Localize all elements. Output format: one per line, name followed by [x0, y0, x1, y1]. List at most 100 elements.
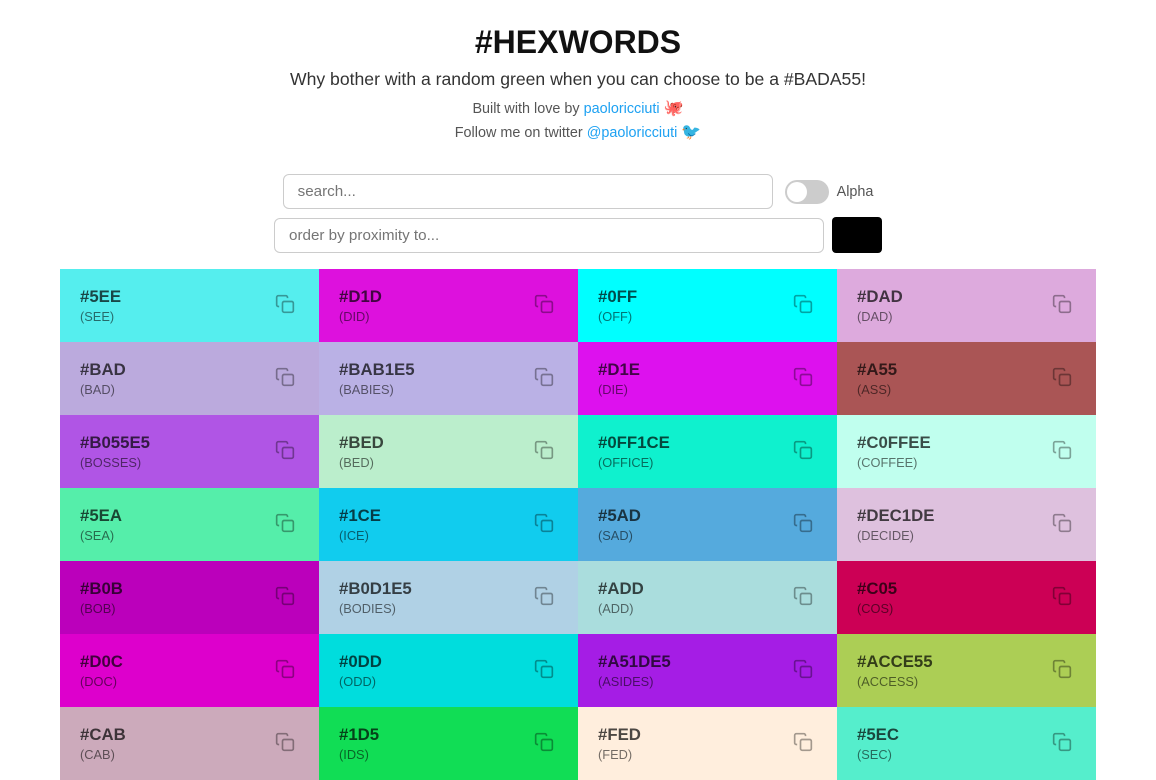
- color-card[interactable]: #0DD (ODD): [319, 634, 578, 707]
- color-card[interactable]: #1D5 (IDS): [319, 707, 578, 780]
- color-card[interactable]: #5EE (SEE): [60, 269, 319, 342]
- color-hex: #0FF: [598, 287, 637, 307]
- color-card[interactable]: #0FF (OFF): [578, 269, 837, 342]
- color-card[interactable]: #FED (FED): [578, 707, 837, 780]
- copy-button[interactable]: [1048, 728, 1076, 759]
- copy-button[interactable]: [789, 436, 817, 467]
- color-card[interactable]: #C05 (COS): [837, 561, 1096, 634]
- copy-button[interactable]: [1048, 436, 1076, 467]
- color-card[interactable]: #C0FFEE (COFFEE): [837, 415, 1096, 488]
- color-card[interactable]: #5EC (SEC): [837, 707, 1096, 780]
- copy-icon: [534, 586, 554, 606]
- copy-button[interactable]: [1048, 582, 1076, 613]
- color-card[interactable]: #B0D1E5 (BODIES): [319, 561, 578, 634]
- copy-icon: [534, 659, 554, 679]
- copy-icon: [1052, 732, 1072, 752]
- copy-icon: [1052, 513, 1072, 533]
- color-card[interactable]: #DAD (DAD): [837, 269, 1096, 342]
- copy-icon: [534, 367, 554, 387]
- proximity-input[interactable]: [274, 218, 824, 253]
- copy-button[interactable]: [530, 728, 558, 759]
- color-card[interactable]: #1CE (ICE): [319, 488, 578, 561]
- color-card[interactable]: #D1D (DID): [319, 269, 578, 342]
- author-link[interactable]: paoloricciuti: [584, 101, 660, 117]
- color-card[interactable]: #ACCE55 (ACCESS): [837, 634, 1096, 707]
- copy-icon: [534, 732, 554, 752]
- color-card[interactable]: #A51DE5 (ASIDES): [578, 634, 837, 707]
- alpha-toggle[interactable]: [785, 180, 829, 204]
- copy-button[interactable]: [1048, 509, 1076, 540]
- color-word: (BODIES): [339, 601, 412, 616]
- color-hex: #ACCE55: [857, 652, 933, 672]
- color-card[interactable]: #0FF1CE (OFFICE): [578, 415, 837, 488]
- copy-button[interactable]: [271, 509, 299, 540]
- color-word: (CAB): [80, 747, 126, 762]
- copy-icon: [793, 294, 813, 314]
- copy-button[interactable]: [530, 363, 558, 394]
- search-input[interactable]: [283, 174, 773, 209]
- color-hex: #FED: [598, 725, 641, 745]
- color-word: (SAD): [598, 528, 641, 543]
- copy-icon: [1052, 586, 1072, 606]
- color-word: (BAD): [80, 382, 126, 397]
- copy-icon: [275, 367, 295, 387]
- color-info: #5EE (SEE): [80, 287, 121, 324]
- color-card[interactable]: #ADD (ADD): [578, 561, 837, 634]
- color-info: #1D5 (IDS): [339, 725, 379, 762]
- copy-button[interactable]: [789, 655, 817, 686]
- copy-button[interactable]: [1048, 290, 1076, 321]
- color-info: #D1E (DIE): [598, 360, 640, 397]
- color-info: #DEC1DE (DECIDE): [857, 506, 934, 543]
- color-hex: #5EC: [857, 725, 899, 745]
- copy-button[interactable]: [789, 582, 817, 613]
- page-header: #HEXWORDS Why bother with a random green…: [0, 0, 1156, 162]
- copy-button[interactable]: [271, 655, 299, 686]
- copy-button[interactable]: [530, 436, 558, 467]
- copy-button[interactable]: [789, 363, 817, 394]
- color-hex: #C0FFEE: [857, 433, 931, 453]
- color-card[interactable]: #5EA (SEA): [60, 488, 319, 561]
- color-card[interactable]: #DEC1DE (DECIDE): [837, 488, 1096, 561]
- twitter-link[interactable]: @paoloricciuti: [587, 125, 678, 141]
- color-info: #B055E5 (BOSSES): [80, 433, 150, 470]
- color-info: #C0FFEE (COFFEE): [857, 433, 931, 470]
- color-card[interactable]: #A55 (ASS): [837, 342, 1096, 415]
- color-card[interactable]: #CAB (CAB): [60, 707, 319, 780]
- color-card[interactable]: #B0B (BOB): [60, 561, 319, 634]
- twitter-icon: 🐦: [681, 124, 701, 141]
- copy-icon: [1052, 659, 1072, 679]
- color-word: (SEC): [857, 747, 899, 762]
- copy-button[interactable]: [789, 290, 817, 321]
- color-hex: #0DD: [339, 652, 382, 672]
- copy-button[interactable]: [271, 728, 299, 759]
- color-hex: #1D5: [339, 725, 379, 745]
- color-card[interactable]: #D0C (DOC): [60, 634, 319, 707]
- copy-button[interactable]: [1048, 655, 1076, 686]
- copy-button[interactable]: [1048, 363, 1076, 394]
- color-hex: #B0B: [80, 579, 123, 599]
- copy-button[interactable]: [530, 655, 558, 686]
- copy-button[interactable]: [530, 509, 558, 540]
- copy-button[interactable]: [530, 582, 558, 613]
- copy-button[interactable]: [789, 728, 817, 759]
- copy-button[interactable]: [271, 363, 299, 394]
- color-card[interactable]: #D1E (DIE): [578, 342, 837, 415]
- color-word: (DAD): [857, 309, 903, 324]
- color-word: (ICE): [339, 528, 381, 543]
- color-card[interactable]: #BAB1E5 (BABIES): [319, 342, 578, 415]
- color-info: #0FF1CE (OFFICE): [598, 433, 670, 470]
- color-card[interactable]: #5AD (SAD): [578, 488, 837, 561]
- copy-button[interactable]: [271, 436, 299, 467]
- copy-button[interactable]: [789, 509, 817, 540]
- color-card[interactable]: #B055E5 (BOSSES): [60, 415, 319, 488]
- copy-button[interactable]: [271, 290, 299, 321]
- color-card[interactable]: #BED (BED): [319, 415, 578, 488]
- color-info: #0FF (OFF): [598, 287, 637, 324]
- color-word: (ODD): [339, 674, 382, 689]
- copy-button[interactable]: [530, 290, 558, 321]
- color-card[interactable]: #BAD (BAD): [60, 342, 319, 415]
- color-info: #D0C (DOC): [80, 652, 123, 689]
- copy-button[interactable]: [271, 582, 299, 613]
- color-swatch[interactable]: [832, 217, 882, 253]
- copy-icon: [275, 294, 295, 314]
